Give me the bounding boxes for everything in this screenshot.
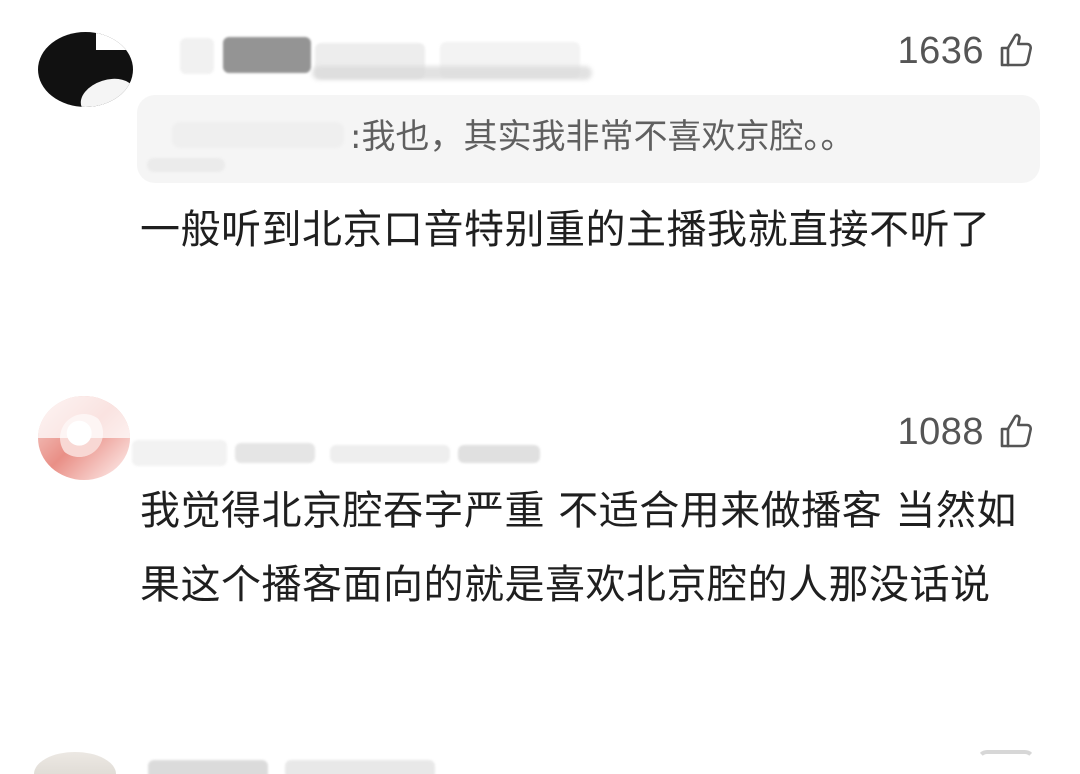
- thumbs-up-icon: [977, 750, 1035, 774]
- username-blur: [148, 760, 268, 774]
- reply-text: :我也，其实我非常不喜欢京腔。。: [350, 117, 855, 157]
- like-button[interactable]: 1636: [897, 32, 1034, 70]
- comment-text: 我觉得北京腔吞字严重 不适合用来做播客 当然如果这个播客面向的就是喜欢北京腔的人…: [140, 488, 1017, 608]
- comment-text: 一般听到北京口音特别重的主播我就直接不听了: [140, 207, 991, 253]
- username-blur: [235, 443, 315, 463]
- thumbs-up-icon: [996, 32, 1034, 70]
- like-count: 1636: [897, 30, 984, 72]
- thumbs-up-icon: [996, 413, 1034, 451]
- comment-screen: 1636 :我也，其实我非常不喜欢京腔。。 一般听到北京口音特别重的主播我就直接…: [0, 0, 1080, 774]
- avatar[interactable]: [38, 32, 133, 107]
- username-blur: [285, 760, 435, 774]
- avatar[interactable]: [34, 752, 116, 774]
- avatar[interactable]: [38, 396, 130, 480]
- username-blur: [180, 38, 214, 74]
- reply-decoration: [147, 158, 225, 172]
- like-count: 1088: [897, 411, 984, 453]
- username-blur: [312, 66, 592, 80]
- username-blur: [330, 445, 450, 463]
- reply-username-blur: [172, 122, 344, 148]
- username-blur: [458, 445, 540, 463]
- username-blur: [223, 37, 311, 73]
- username-blur: [132, 440, 227, 466]
- like-button[interactable]: 1088: [897, 413, 1034, 451]
